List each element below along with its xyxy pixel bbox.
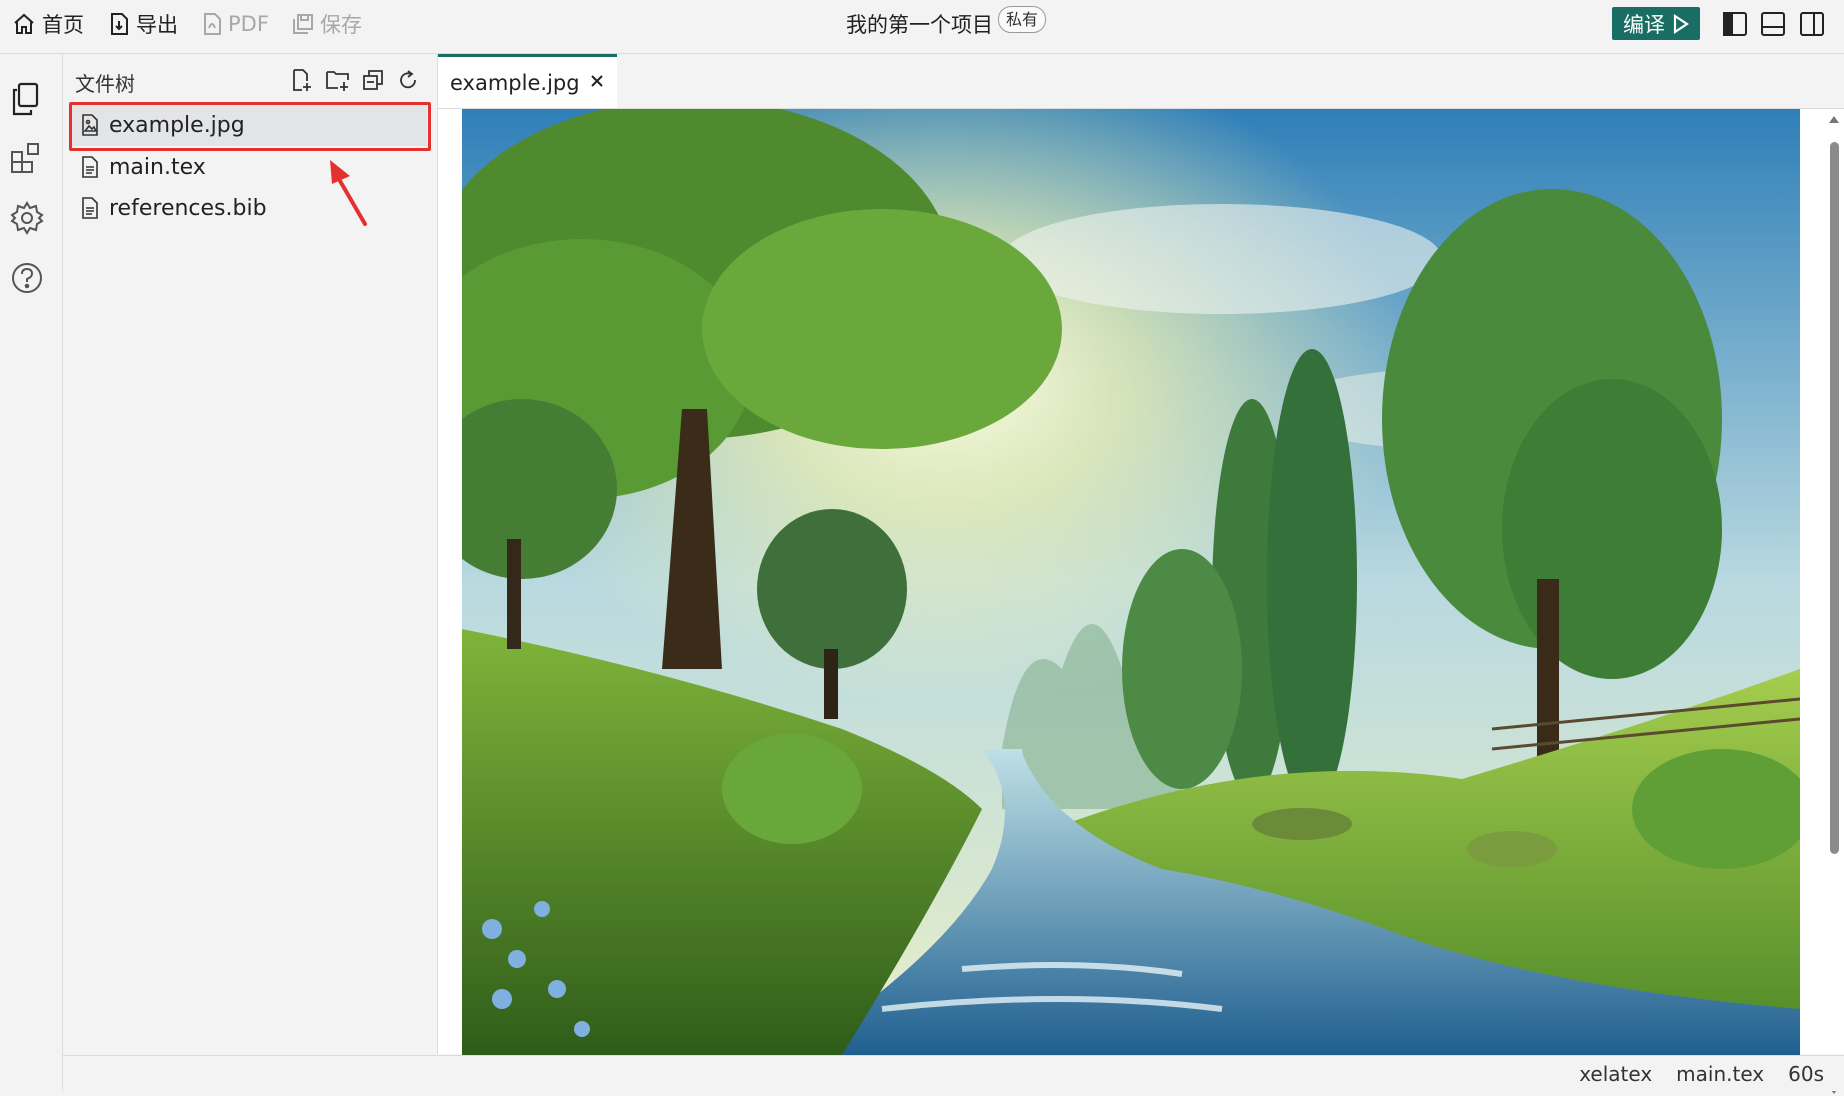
visibility-badge: 私有	[998, 6, 1047, 33]
pdf-file-icon	[204, 12, 221, 35]
main-file-status[interactable]: main.tex	[1676, 1062, 1764, 1086]
export-button[interactable]: 导出	[108, 0, 178, 47]
file-item-references-bib[interactable]: references.bib	[69, 187, 427, 229]
home-label: 首页	[42, 12, 84, 37]
file-name: references.bib	[109, 195, 267, 221]
new-file-icon[interactable]	[290, 68, 314, 92]
editor-area: example.jpg	[438, 54, 1844, 1094]
export-label: 导出	[136, 12, 178, 37]
text-file-icon	[82, 156, 98, 178]
project-title[interactable]: 我的第一个项目	[846, 9, 993, 39]
image-preview	[462, 109, 1800, 1055]
file-name: main.tex	[109, 154, 206, 180]
top-toolbar: 首页 导出 PDF 保存 我的第一个项目 私有 编译	[0, 0, 1844, 54]
editor-tab-bar: example.jpg	[438, 54, 1844, 109]
split-columns-icon[interactable]	[1799, 11, 1825, 37]
extensions-icon[interactable]	[9, 140, 45, 176]
tab-label: example.jpg	[450, 70, 580, 95]
files-icon[interactable]	[9, 81, 45, 117]
timeout-status[interactable]: 60s	[1788, 1062, 1824, 1086]
file-item-main-tex[interactable]: main.tex	[69, 146, 427, 188]
highlight-annotation-box	[69, 102, 431, 151]
home-button[interactable]: 首页	[12, 0, 84, 47]
scroll-up-icon[interactable]	[1828, 114, 1840, 124]
save-button[interactable]: 保存	[292, 0, 362, 47]
compiler-status[interactable]: xelatex	[1579, 1062, 1652, 1086]
close-icon[interactable]	[587, 71, 607, 91]
file-tree-panel: 文件树 example.jpg main.tex references.bib	[63, 54, 438, 1054]
panel-bottom-icon[interactable]	[1760, 11, 1786, 37]
tab-example-jpg[interactable]: example.jpg	[438, 54, 617, 108]
text-file-icon	[82, 197, 98, 219]
activity-bar	[0, 54, 63, 1091]
compile-button[interactable]: 编译	[1612, 7, 1700, 40]
scrollbar-thumb[interactable]	[1830, 142, 1839, 854]
export-file-icon	[111, 12, 128, 35]
help-icon[interactable]	[9, 260, 45, 296]
collapse-all-icon[interactable]	[361, 68, 385, 92]
vertical-scrollbar[interactable]	[1827, 114, 1841, 1094]
pdf-button[interactable]: PDF	[202, 0, 269, 47]
new-folder-icon[interactable]	[325, 68, 351, 92]
sidebar-left-icon[interactable]	[1722, 11, 1748, 37]
status-bar: xelatex main.tex 60s	[63, 1055, 1844, 1091]
save-icon	[293, 13, 313, 34]
pdf-label: PDF	[228, 11, 269, 36]
settings-gear-icon[interactable]	[9, 200, 45, 236]
red-arrow-annotation	[330, 160, 367, 226]
refresh-icon[interactable]	[396, 68, 420, 92]
save-label: 保存	[320, 12, 362, 37]
home-icon	[14, 13, 34, 34]
compile-label: 编译	[1623, 12, 1665, 37]
play-icon	[1673, 13, 1689, 34]
file-tree-title: 文件树	[75, 72, 135, 96]
